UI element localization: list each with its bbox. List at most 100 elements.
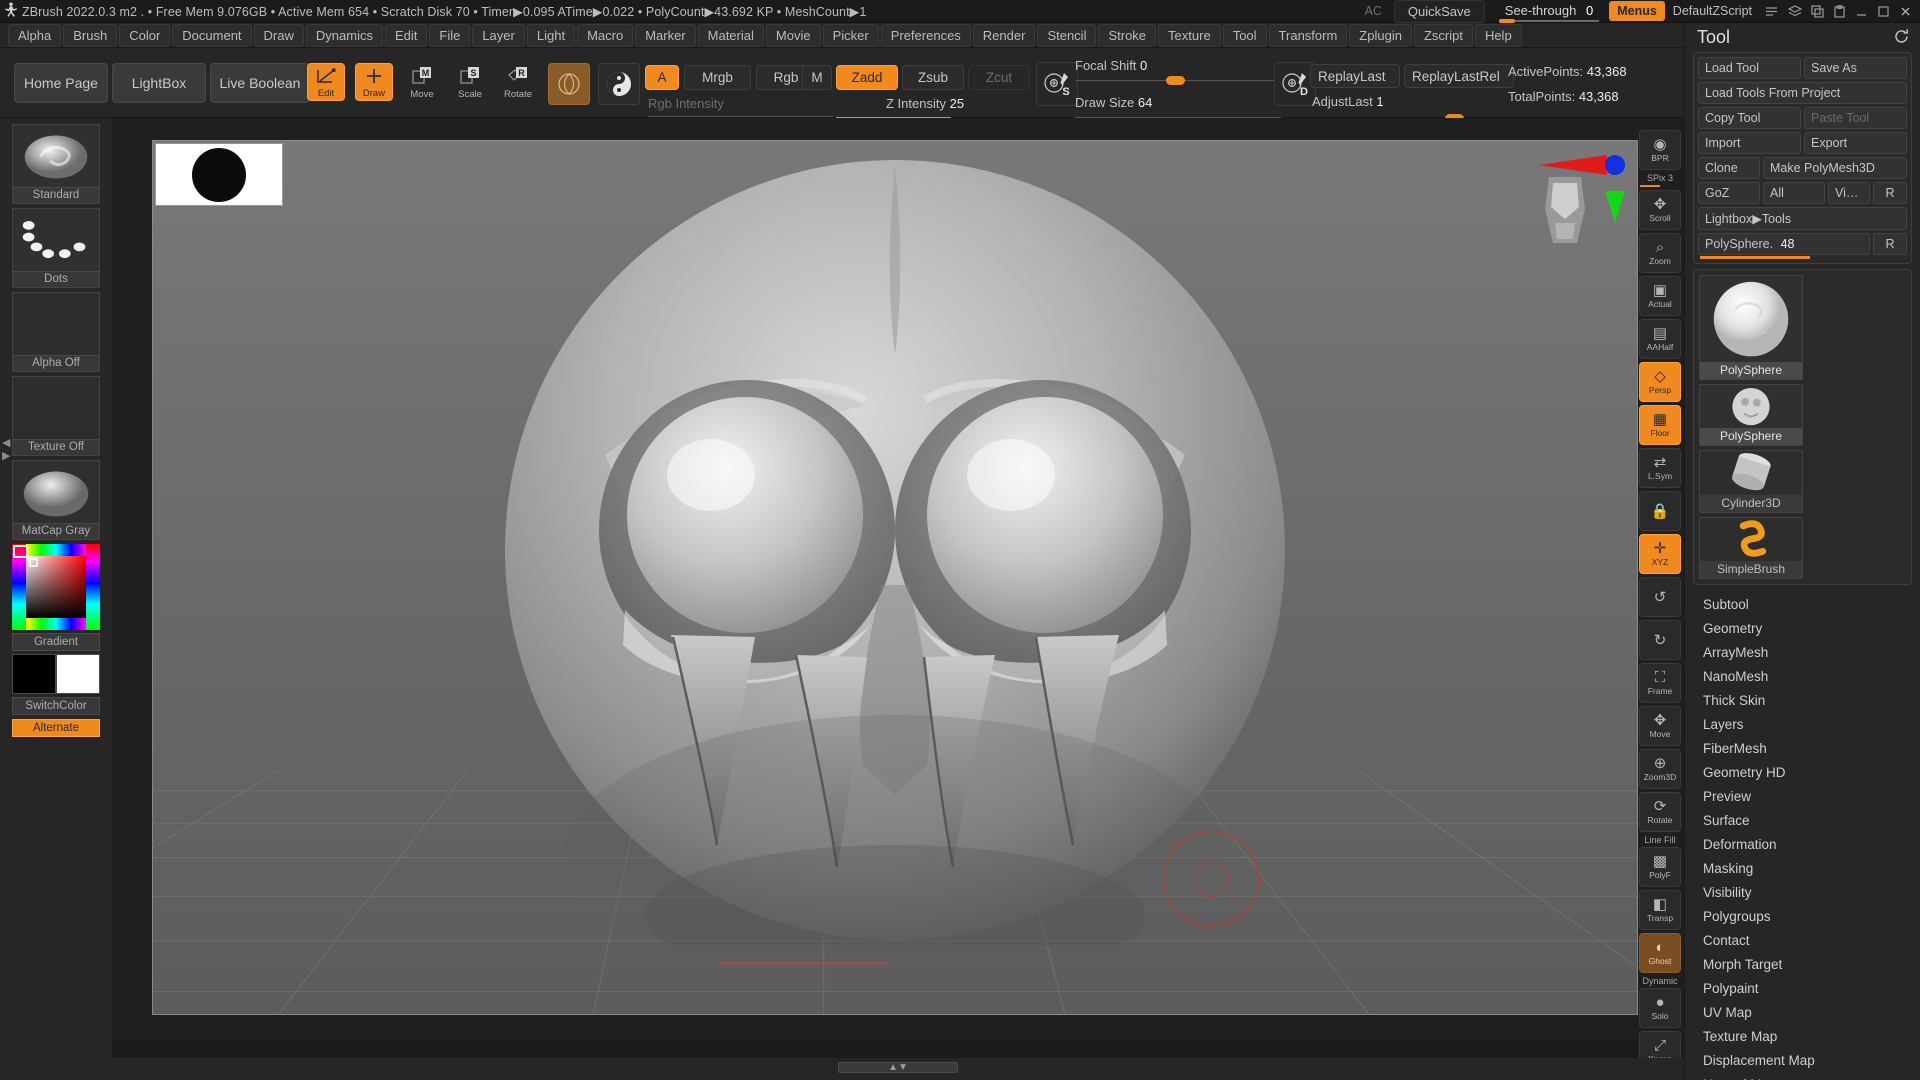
- subpalette-geometry-hd[interactable]: Geometry HD: [1703, 761, 1920, 785]
- clone-button[interactable]: Clone: [1698, 157, 1760, 179]
- menu-item-macro[interactable]: Macro: [577, 23, 634, 47]
- material-selector[interactable]: MatCap Gray: [12, 460, 100, 540]
- mini-toolbar-zoom[interactable]: ⌕ Zoom: [1639, 233, 1681, 273]
- rgb-intensity-label[interactable]: Rgb Intensity: [648, 96, 724, 111]
- close-icon[interactable]: [1899, 5, 1912, 18]
- mini-toolbar-bpr[interactable]: ◉ BPR: [1639, 130, 1681, 170]
- menu-item-zscript[interactable]: Zscript: [1413, 23, 1473, 47]
- brush-selector[interactable]: Standard: [12, 124, 100, 204]
- material-selector-button[interactable]: [548, 63, 590, 105]
- subpalette-thick-skin[interactable]: Thick Skin: [1703, 689, 1920, 713]
- menu-item-texture[interactable]: Texture: [1158, 23, 1221, 47]
- mini-toolbar-zoom3d[interactable]: ⊕ Zoom3D: [1639, 749, 1681, 789]
- export-button[interactable]: Export: [1804, 132, 1907, 154]
- subpalette-surface[interactable]: Surface: [1703, 809, 1920, 833]
- subpalette-layers[interactable]: Layers: [1703, 713, 1920, 737]
- undo-history-icon[interactable]: [1764, 5, 1779, 18]
- menu-item-transform[interactable]: Transform: [1268, 23, 1348, 47]
- subpalette-nanomesh[interactable]: NanoMesh: [1703, 665, 1920, 689]
- alpha-selector[interactable]: Alpha Off: [12, 292, 100, 372]
- quicksave-button[interactable]: QuickSave: [1393, 0, 1485, 23]
- focal-shift-slider[interactable]: Focal Shift 0: [1075, 58, 1147, 73]
- live-boolean-button[interactable]: Live Boolean: [210, 63, 310, 103]
- subpalette-normal-map[interactable]: Normal Map: [1703, 1073, 1920, 1080]
- mini-toolbar-ghost[interactable]: ◐ Ghost: [1639, 933, 1681, 973]
- adjust-last-slider[interactable]: AdjustLast 1: [1312, 94, 1384, 109]
- menu-item-layer[interactable]: Layer: [472, 23, 525, 47]
- shelf-scroll-arrows[interactable]: ◀ ▶: [2, 436, 10, 462]
- subpalette-subtool[interactable]: Subtool: [1703, 593, 1920, 617]
- color-swatch-row[interactable]: [12, 654, 100, 694]
- mini-toolbar-polyf[interactable]: ▩ PolyF: [1639, 847, 1681, 887]
- focal-shift-knob[interactable]: [1166, 76, 1185, 85]
- menu-item-movie[interactable]: Movie: [765, 23, 821, 47]
- subpalette-polygroups[interactable]: Polygroups: [1703, 905, 1920, 929]
- default-zscript-label[interactable]: DefaultZScript: [1673, 4, 1752, 18]
- menu-item-preferences[interactable]: Preferences: [880, 23, 971, 47]
- rotate-mode-button[interactable]: R Rotate: [499, 63, 537, 101]
- goz-visible-button[interactable]: Visible: [1828, 182, 1870, 204]
- tool-tile-polysphere[interactable]: PolySphere: [1699, 384, 1803, 447]
- mini-toolbar-xyz[interactable]: ✛ XYZ: [1639, 534, 1681, 574]
- subpalette-contact[interactable]: Contact: [1703, 929, 1920, 953]
- mini-toolbar-scroll[interactable]: ✥ Scroll: [1639, 190, 1681, 230]
- gradient-button[interactable]: Gradient: [12, 633, 100, 651]
- goz-all-button[interactable]: All: [1763, 182, 1825, 204]
- menu-item-document[interactable]: Document: [172, 23, 252, 47]
- menu-item-render[interactable]: Render: [972, 23, 1036, 47]
- scroll-arrows-icon[interactable]: ▲▼: [888, 1062, 908, 1073]
- rgb-intensity-track[interactable]: [648, 116, 833, 117]
- edit-mode-button[interactable]: Edit: [307, 63, 345, 101]
- menu-item-stencil[interactable]: Stencil: [1037, 23, 1097, 47]
- menu-item-tool[interactable]: Tool: [1222, 23, 1267, 47]
- make-polymesh3d-button[interactable]: Make PolyMesh3D: [1763, 157, 1907, 179]
- menu-item-dynamics[interactable]: Dynamics: [305, 23, 383, 47]
- subpalette-fibermesh[interactable]: FiberMesh: [1703, 737, 1920, 761]
- menu-item-alpha[interactable]: Alpha: [8, 23, 62, 47]
- see-through-knob[interactable]: [1498, 18, 1515, 23]
- layers-icon[interactable]: [1788, 4, 1802, 18]
- scale-mode-button[interactable]: S Scale: [451, 63, 489, 101]
- mini-toolbar-floor[interactable]: ▦ Floor: [1639, 405, 1681, 445]
- mini-toolbar-transp[interactable]: ◧ Transp: [1639, 890, 1681, 930]
- lightbox-tools-button[interactable]: Lightbox▶Tools: [1698, 207, 1907, 230]
- maximize-icon[interactable]: [1877, 5, 1890, 18]
- color-wheel-gradient[interactable]: [12, 544, 100, 630]
- draw-size-slider[interactable]: Draw Size 64: [1075, 95, 1152, 110]
- save-as-button[interactable]: Save As: [1804, 57, 1907, 79]
- subpalette-arraymesh[interactable]: ArrayMesh: [1703, 641, 1920, 665]
- menu-item-draw[interactable]: Draw: [253, 23, 304, 47]
- zadd-button[interactable]: Zadd: [836, 65, 898, 90]
- stroke-s-button[interactable]: S: [1036, 62, 1078, 106]
- alpha-channel-a-button[interactable]: A: [645, 65, 679, 90]
- alternate-button[interactable]: Alternate: [12, 719, 100, 737]
- m-button[interactable]: M: [802, 65, 832, 90]
- mini-toolbar-actual[interactable]: ▣ Actual: [1639, 276, 1681, 316]
- menu-item-brush[interactable]: Brush: [63, 23, 118, 47]
- zsub-button[interactable]: Zsub: [902, 65, 964, 90]
- mini-toolbar-rotate-ccw[interactable]: ↺: [1639, 577, 1681, 617]
- color-picker[interactable]: Gradient: [12, 544, 100, 651]
- paste-tool-button[interactable]: Paste Tool: [1804, 107, 1907, 129]
- polysphere-slider[interactable]: PolySphere. 48: [1698, 233, 1870, 255]
- document-thumbnail[interactable]: [155, 143, 283, 206]
- mini-toolbar-frame[interactable]: ⛶ Frame: [1639, 663, 1681, 703]
- menu-item-marker[interactable]: Marker: [635, 23, 696, 47]
- mini-toolbar-move[interactable]: ✥ Move: [1639, 706, 1681, 746]
- menu-item-stroke[interactable]: Stroke: [1098, 23, 1157, 47]
- paste-icon[interactable]: [1833, 4, 1846, 18]
- subpalette-preview[interactable]: Preview: [1703, 785, 1920, 809]
- menu-item-material[interactable]: Material: [697, 23, 764, 47]
- subpalette-uv-map[interactable]: UV Map: [1703, 1001, 1920, 1025]
- sculpted-model[interactable]: [495, 155, 1295, 945]
- refresh-icon[interactable]: [1893, 28, 1910, 48]
- secondary-color-swatch[interactable]: [56, 654, 100, 694]
- menu-item-help[interactable]: Help: [1474, 23, 1522, 47]
- primary-color-swatch[interactable]: [12, 654, 56, 694]
- stroke-selector[interactable]: Dots: [12, 208, 100, 288]
- subpalette-texture-map[interactable]: Texture Map: [1703, 1025, 1920, 1049]
- mini-toolbar-rotate-cw[interactable]: ↻: [1639, 620, 1681, 660]
- tool-tile-cylinder3d[interactable]: Cylinder3D: [1699, 450, 1803, 513]
- minimize-icon[interactable]: [1855, 5, 1868, 18]
- subpalette-morph-target[interactable]: Morph Target: [1703, 953, 1920, 977]
